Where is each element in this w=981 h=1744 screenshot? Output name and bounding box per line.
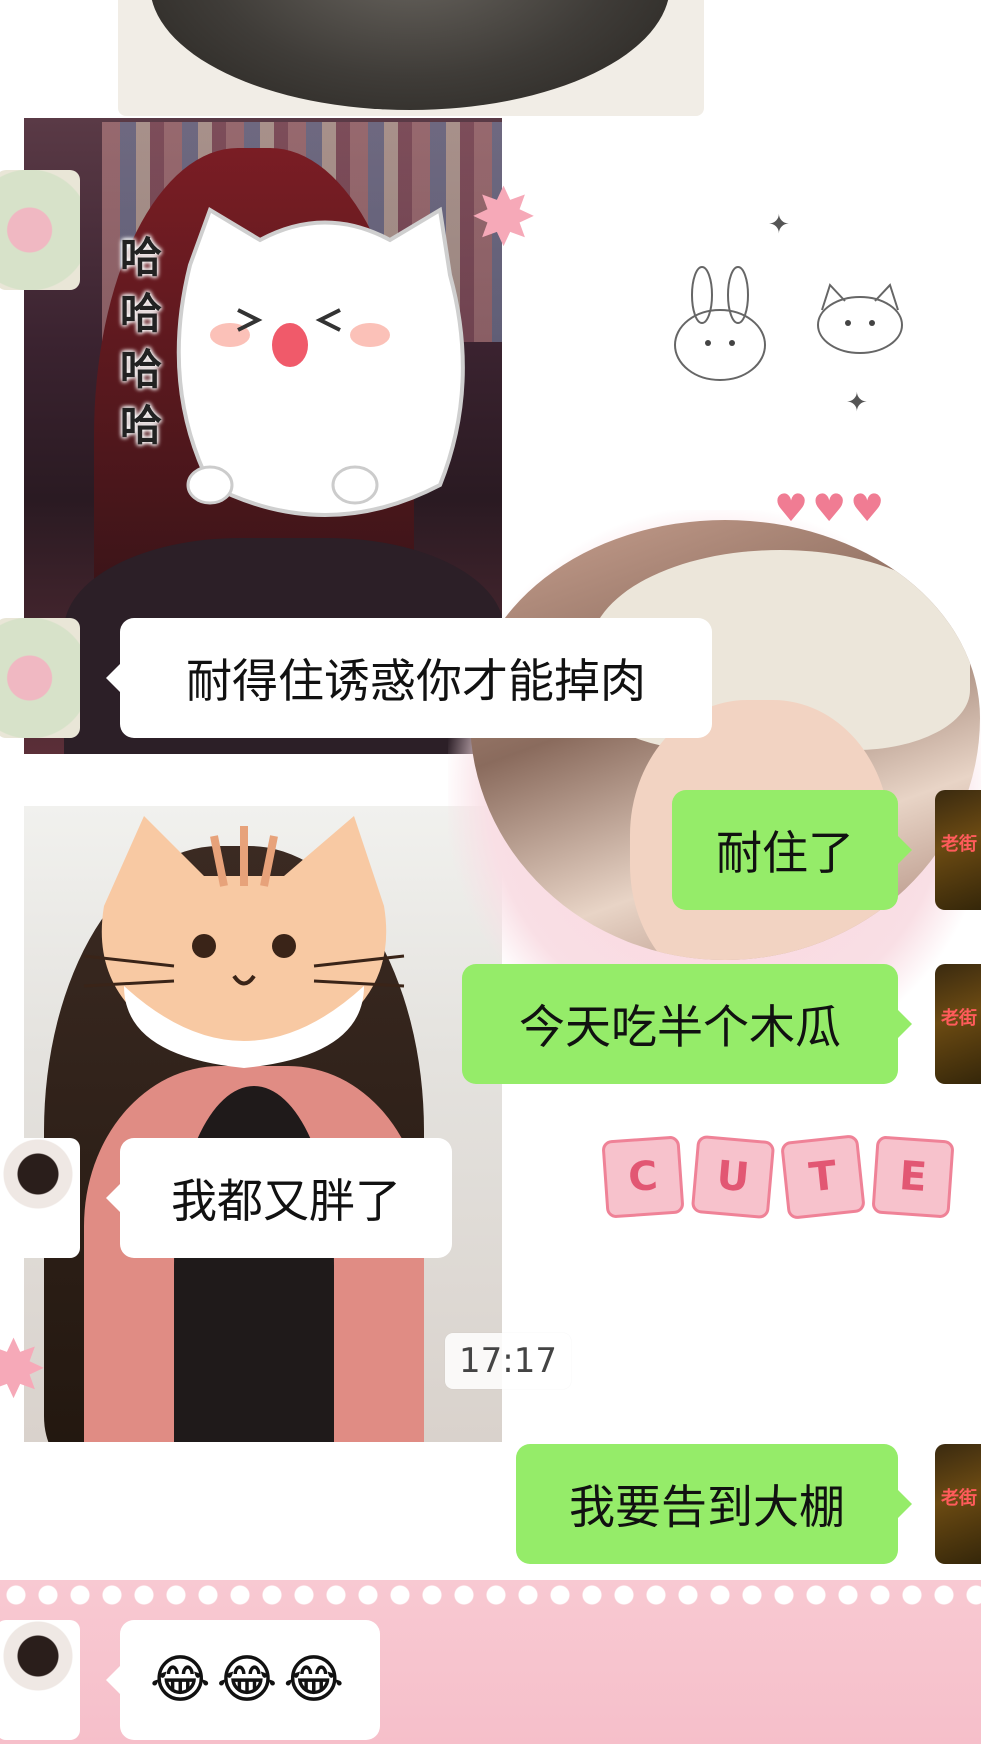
message-text: 今天吃半个木瓜 — [519, 1000, 841, 1054]
cute-letters: C U T E — [601, 1134, 955, 1220]
scallop-border — [0, 1580, 981, 1610]
shared-photo-top[interactable] — [118, 0, 704, 116]
avatar-lotus[interactable] — [0, 618, 80, 738]
sticker-caption: 哈 哈 哈 哈 — [120, 230, 180, 454]
sticker-char: 哈 — [120, 233, 163, 282]
avatar-self[interactable]: 老街 — [935, 964, 981, 1084]
message-bubble-outgoing[interactable]: 耐住了 — [672, 790, 912, 910]
sparkle-icon-2: ✦ — [846, 388, 868, 418]
avatar-lotus[interactable] — [0, 170, 80, 290]
avatar-self[interactable]: 老街 — [935, 790, 981, 910]
laughing-emoji: 😂😂😂 — [149, 1650, 351, 1710]
message-text: 耐得住诱惑你才能掉肉 — [186, 654, 646, 708]
sticker-char: 哈 — [120, 345, 163, 394]
sparkle-icon: ✦ — [768, 210, 790, 240]
cute-tile-t: T — [780, 1134, 866, 1220]
message-text: 耐住了 — [716, 826, 854, 880]
avatar-tag: 老街 — [941, 1008, 977, 1029]
message-text: 我要告到大棚 — [569, 1480, 845, 1534]
sticker-char: 哈 — [120, 289, 163, 338]
cat-face-sticker — [83, 816, 405, 1068]
message-bubble-incoming[interactable]: 我都又胖了 — [106, 1138, 452, 1258]
message-bubble-outgoing[interactable]: 今天吃半个木瓜 — [462, 964, 912, 1084]
avatar-portrait[interactable] — [0, 1138, 80, 1258]
cute-tile-u: U — [690, 1134, 776, 1220]
shared-photo-2[interactable] — [24, 806, 502, 1442]
timestamp: 17:17 — [445, 1333, 571, 1389]
message-bubble-incoming[interactable]: 耐得住诱惑你才能掉肉 — [106, 618, 712, 738]
pink-star-decoration-2: ✸ — [0, 1323, 48, 1416]
avatar-tag: 老街 — [941, 834, 977, 855]
laughing-cat-sticker — [176, 206, 465, 517]
cute-tile-e: E — [871, 1135, 955, 1219]
message-bubble-outgoing[interactable]: 我要告到大棚 — [516, 1444, 912, 1564]
avatar-tag: 老街 — [941, 1488, 977, 1509]
message-text: 我都又胖了 — [171, 1174, 401, 1228]
hearts-decoration: ♥♥♥ — [774, 486, 889, 530]
sticker-char: 哈 — [120, 401, 163, 450]
avatar-self[interactable]: 老街 — [935, 1444, 981, 1564]
cute-tile-c: C — [601, 1135, 685, 1219]
avatar-portrait[interactable] — [0, 1620, 80, 1740]
bunny-cat-doodle — [674, 266, 903, 381]
message-bubble-incoming[interactable]: 😂😂😂 — [106, 1620, 380, 1740]
